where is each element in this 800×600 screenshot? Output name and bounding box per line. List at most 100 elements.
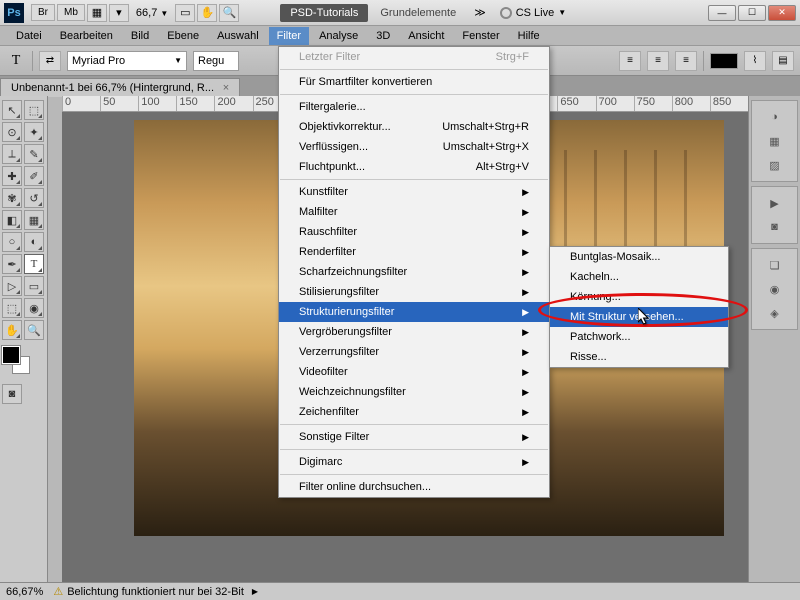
dodge-tool[interactable]: ◐ — [24, 232, 44, 252]
menu-3d[interactable]: 3D — [368, 27, 398, 45]
menu-render[interactable]: Renderfilter▶ — [279, 242, 549, 262]
hand-tool[interactable]: ✋ — [2, 320, 22, 340]
magic-wand-tool[interactable]: ✦ — [24, 122, 44, 142]
menu-liquify[interactable]: Verflüssigen...Umschalt+Strg+X — [279, 137, 549, 157]
menu-analysis[interactable]: Analyse — [311, 27, 366, 45]
shape-tool[interactable]: ▭ — [24, 276, 44, 296]
menu-artistic[interactable]: Kunstfilter▶ — [279, 182, 549, 202]
menu-filter[interactable]: Filter — [269, 27, 309, 45]
menu-vanishing-point[interactable]: Fluchtpunkt...Alt+Strg+V — [279, 157, 549, 177]
menu-window[interactable]: Fenster — [454, 27, 507, 45]
font-style-combo[interactable]: Regu — [193, 51, 239, 71]
panel-group-adjust[interactable]: ▶ ◙ — [751, 186, 798, 244]
marquee-tool[interactable]: ⬚ — [24, 100, 44, 120]
workspace-active[interactable]: PSD-Tutorials — [280, 4, 368, 22]
menu-view[interactable]: Ansicht — [400, 27, 452, 45]
menu-help[interactable]: Hilfe — [510, 27, 548, 45]
menu-filter-gallery[interactable]: Filtergalerie... — [279, 97, 549, 117]
pen-tool[interactable]: ✒ — [2, 254, 22, 274]
zoom-button[interactable]: 🔍 — [219, 4, 239, 22]
menu-sketch[interactable]: Zeichenfilter▶ — [279, 402, 549, 422]
menu-digimarc[interactable]: Digimarc▶ — [279, 452, 549, 472]
clone-tool[interactable]: ✾ — [2, 188, 22, 208]
text-color-swatch[interactable] — [710, 53, 738, 69]
warp-text-button[interactable]: ⌇ — [744, 51, 766, 71]
3d-tool[interactable]: ⬚ — [2, 298, 22, 318]
zoom-tool[interactable]: 🔍 — [24, 320, 44, 340]
submenu-tiles[interactable]: Kacheln... — [550, 267, 728, 287]
align-right-button[interactable]: ≡ — [675, 51, 697, 71]
styles-panel-icon: ▨ — [765, 155, 785, 175]
view-extras-button[interactable]: ▦ — [87, 4, 107, 22]
bridge-button[interactable]: Br — [31, 4, 55, 21]
color-panel-icon: ◑ — [765, 107, 785, 127]
warning-icon: ⚠ — [53, 585, 63, 598]
panel-group-color[interactable]: ◑ ▦ ▨ — [751, 100, 798, 182]
screen-mode-button[interactable]: ▭ — [175, 4, 195, 22]
menu-stylize[interactable]: Stilisierungsfilter▶ — [279, 282, 549, 302]
menu-sharpen[interactable]: Scharfzeichnungsfilter▶ — [279, 262, 549, 282]
type-tool[interactable]: T — [24, 254, 44, 274]
menu-lens-correction[interactable]: Objektivkorrektur...Umschalt+Strg+R — [279, 117, 549, 137]
hand-button[interactable]: ✋ — [197, 4, 217, 22]
maximize-button[interactable]: ☐ — [738, 5, 766, 21]
font-family-combo[interactable]: Myriad Pro▼ — [67, 51, 187, 71]
workspace-more[interactable]: ≫ — [468, 6, 492, 19]
menu-video[interactable]: Videofilter▶ — [279, 362, 549, 382]
panel-group-layers[interactable]: ❏ ◉ ◈ — [751, 248, 798, 330]
menu-edit[interactable]: Bearbeiten — [52, 27, 121, 45]
workspace-switcher: PSD-Tutorials Grundelemente ≫ — [280, 4, 491, 22]
cslive-button[interactable]: CS Live ▼ — [500, 7, 566, 19]
move-tool[interactable]: ↖ — [2, 100, 22, 120]
menu-brushstrokes[interactable]: Malfilter▶ — [279, 202, 549, 222]
paths-panel-icon: ◈ — [765, 303, 785, 323]
orientation-button[interactable]: ⇄ — [39, 51, 61, 71]
menu-image[interactable]: Bild — [123, 27, 157, 45]
blur-tool[interactable]: ○ — [2, 232, 22, 252]
status-zoom[interactable]: 66,67% — [6, 586, 43, 598]
document-tab[interactable]: Unbenannt-1 bei 66,7% (Hintergrund, R...… — [0, 78, 240, 97]
path-select-tool[interactable]: ▷ — [2, 276, 22, 296]
heal-tool[interactable]: ✚ — [2, 166, 22, 186]
crop-tool[interactable]: ⟂ — [2, 144, 22, 164]
align-left-button[interactable]: ≡ — [619, 51, 641, 71]
arrange-docs-button[interactable]: ▾ — [109, 4, 129, 22]
menu-other[interactable]: Sonstige Filter▶ — [279, 427, 549, 447]
workspace-item[interactable]: Grundelemente — [370, 4, 466, 22]
color-swatches[interactable] — [2, 346, 32, 376]
eraser-tool[interactable]: ◧ — [2, 210, 22, 230]
foreground-color[interactable] — [2, 346, 20, 364]
menu-noise[interactable]: Rauschfilter▶ — [279, 222, 549, 242]
gradient-tool[interactable]: ▦ — [24, 210, 44, 230]
document-tab-close[interactable]: × — [223, 82, 229, 94]
align-center-button[interactable]: ≡ — [647, 51, 669, 71]
history-brush-tool[interactable]: ↺ — [24, 188, 44, 208]
eyedropper-tool[interactable]: ✎ — [24, 144, 44, 164]
adjustments-panel-icon: ▶ — [765, 193, 785, 213]
menu-blur[interactable]: Weichzeichnungsfilter▶ — [279, 382, 549, 402]
lasso-tool[interactable]: ⊙ — [2, 122, 22, 142]
submenu-patchwork[interactable]: Patchwork... — [550, 327, 728, 347]
menu-pixelate[interactable]: Vergröberungsfilter▶ — [279, 322, 549, 342]
minibridge-button[interactable]: Mb — [57, 4, 85, 21]
menu-browse-online[interactable]: Filter online durchsuchen... — [279, 477, 549, 497]
3d-camera-tool[interactable]: ◉ — [24, 298, 44, 318]
menu-convert-smart[interactable]: Für Smartfilter konvertieren — [279, 72, 549, 92]
cslive-label: CS Live — [516, 7, 555, 19]
submenu-grain[interactable]: Körnung... — [550, 287, 728, 307]
submenu-stained-glass[interactable]: Buntglas-Mosaik... — [550, 247, 728, 267]
statusbar: 66,67% ⚠ Belichtung funktioniert nur bei… — [0, 582, 800, 600]
current-tool-icon[interactable]: T — [6, 51, 26, 71]
menu-distort[interactable]: Verzerrungsfilter▶ — [279, 342, 549, 362]
menu-file[interactable]: Datei — [8, 27, 50, 45]
char-panel-button[interactable]: ▤ — [772, 51, 794, 71]
menu-layer[interactable]: Ebene — [159, 27, 207, 45]
close-button[interactable]: ✕ — [768, 5, 796, 21]
brush-tool[interactable]: ✐ — [24, 166, 44, 186]
menu-select[interactable]: Auswahl — [209, 27, 267, 45]
submenu-craquelure[interactable]: Risse... — [550, 347, 728, 367]
zoom-level[interactable]: 66,7 ▼ — [136, 7, 168, 19]
quickmask-button[interactable]: ◙ — [2, 384, 22, 404]
menu-texture[interactable]: Strukturierungsfilter▶ — [279, 302, 549, 322]
minimize-button[interactable]: — — [708, 5, 736, 21]
